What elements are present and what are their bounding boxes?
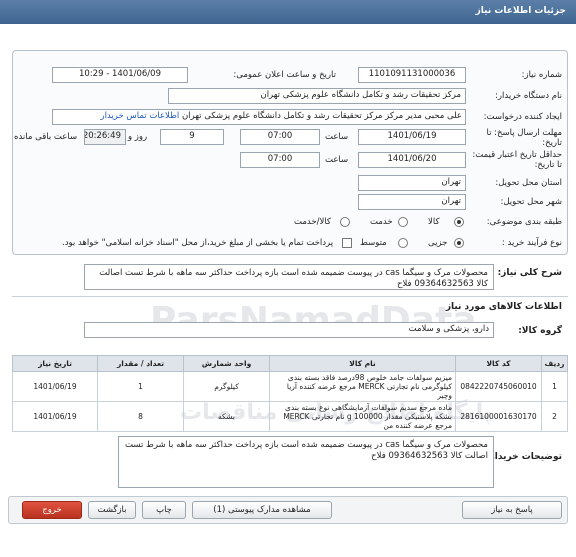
category-radio-service[interactable] — [398, 217, 408, 227]
exit-button[interactable]: خروج — [22, 501, 82, 519]
city-label: شهر محل تحویل: — [500, 197, 562, 207]
row-qty: 1 — [97, 371, 184, 402]
row-code: 2816100001630170 — [455, 401, 542, 432]
reply-date-field: 1401/06/19 — [358, 129, 466, 145]
row-unit: بشکه — [183, 401, 270, 432]
process-option-medium: متوسط — [360, 238, 387, 248]
reply-time-field: 07:00 — [240, 129, 320, 145]
need-number-field: 1101091131000036 — [358, 67, 466, 83]
days-label: روز و — [128, 132, 148, 142]
goods-section-title: اطلاعات کالاهای مورد نیاز — [445, 302, 562, 312]
row-date: 1401/06/19 — [12, 401, 98, 432]
buyer-contact-link[interactable]: اطلاعات تماس خریدار — [100, 111, 179, 121]
validity-label: حداقل تاریخ اعتبار قیمت: تا تاریخ: — [472, 150, 562, 170]
process-radio-medium[interactable] — [398, 238, 408, 248]
category-option-both: کالا/خدمت — [294, 217, 331, 227]
row-name: ماده مرجع سدیم سولفات آزمایشگاهی نوع بست… — [269, 401, 456, 432]
category-option-service: خدمت — [370, 217, 393, 227]
remaining-time-field: 20:26:49 — [84, 129, 126, 145]
view-attachments-button[interactable]: مشاهده مدارک پیوستی (1) — [192, 501, 332, 519]
row-unit: کیلوگرم — [183, 371, 270, 402]
table-row: 1 0842220745060010 میزیم سولفات جامد خلو… — [12, 371, 568, 402]
col-unit: واحد شمارش — [183, 355, 270, 372]
row-qty: 8 — [97, 401, 184, 432]
days-field: 9 — [160, 129, 224, 145]
buyer-org-label: نام دستگاه خریدار: — [495, 91, 562, 101]
category-radio-goods[interactable] — [454, 217, 464, 227]
city-field: تهران — [358, 194, 466, 210]
row-name: میزیم سولفات جامد خلوص 98درصد فاقد بسته … — [269, 371, 456, 402]
process-radio-minor[interactable] — [454, 238, 464, 248]
reply-deadline-label: مهلت ارسال پاسخ: تا تاریخ: — [486, 128, 562, 148]
summary-field: محصولات مرک و سیگما cas در پیوست ضمیمه ش… — [84, 264, 494, 290]
table-row: 2 2816100001630170 ماده مرجع سدیم سولفات… — [12, 401, 568, 432]
validity-date-field: 1401/06/20 — [358, 152, 466, 168]
treasury-payment-checkbox[interactable] — [342, 238, 352, 248]
creator-field: علی محبی مدیر مرکز مرکز تحقیقات رشد و تک… — [52, 109, 466, 125]
creator-value: علی محبی مدیر مرکز مرکز تحقیقات رشد و تک… — [181, 111, 462, 121]
process-option-minor: جزیی — [428, 238, 448, 248]
buyer-notes-field: محصولات مرک و سیگما cas در پیوست ضمیمه ش… — [118, 436, 494, 488]
reply-time-label: ساعت — [325, 132, 349, 142]
goods-table: ردیف کد کالا نام کالا واحد شمارش تعداد /… — [12, 355, 568, 432]
process-label: نوع فرآیند خرید : — [501, 238, 562, 248]
province-label: استان محل تحویل: — [495, 178, 562, 188]
buyer-notes-label: توضیحات خریدار: — [486, 452, 562, 462]
reply-button[interactable]: پاسخ به نیاز — [462, 501, 562, 519]
validity-time-label: ساعت — [325, 155, 349, 165]
validity-time-field: 07:00 — [240, 152, 320, 168]
col-row: ردیف — [541, 355, 568, 372]
section-divider — [12, 296, 568, 297]
category-option-goods: کالا — [428, 217, 440, 227]
col-name: نام کالا — [269, 355, 456, 372]
buyer-org-field: مرکز تحقیقات رشد و تکامل دانشگاه علوم پز… — [168, 88, 466, 104]
row-code: 0842220745060010 — [455, 371, 542, 402]
summary-label: شرح کلی نیاز: — [497, 268, 562, 278]
creator-label: ایجاد کننده درخواست: — [483, 112, 562, 122]
row-index: 2 — [541, 401, 568, 432]
remaining-label: ساعت باقی مانده — [14, 132, 78, 142]
need-number-label: شماره نیاز: — [521, 70, 562, 80]
col-date: تاریخ نیاز — [12, 355, 98, 372]
category-label: طبقه بندی موضوعی: — [486, 217, 562, 227]
category-radio-both[interactable] — [340, 217, 350, 227]
row-date: 1401/06/19 — [12, 371, 98, 402]
treasury-payment-note: پرداخت تمام یا بخشی از مبلغ خرید،از محل … — [62, 238, 334, 248]
print-button[interactable]: چاپ — [142, 501, 186, 519]
announce-label: تاریخ و ساعت اعلان عمومی: — [233, 70, 336, 80]
window-title: جزئیات اطلاعات نیاز — [0, 0, 576, 24]
col-qty: تعداد / مقدار — [97, 355, 184, 372]
announce-field: 1401/06/09 - 10:29 — [52, 67, 188, 83]
goods-group-label: گروه کالا: — [518, 326, 562, 336]
back-button[interactable]: بازگشت — [88, 501, 136, 519]
col-code: کد کالا — [455, 355, 542, 372]
goods-table-header: ردیف کد کالا نام کالا واحد شمارش تعداد /… — [12, 355, 568, 372]
province-field: تهران — [358, 175, 466, 191]
row-index: 1 — [541, 371, 568, 402]
goods-group-field: دارو، پزشکی و سلامت — [84, 322, 494, 338]
